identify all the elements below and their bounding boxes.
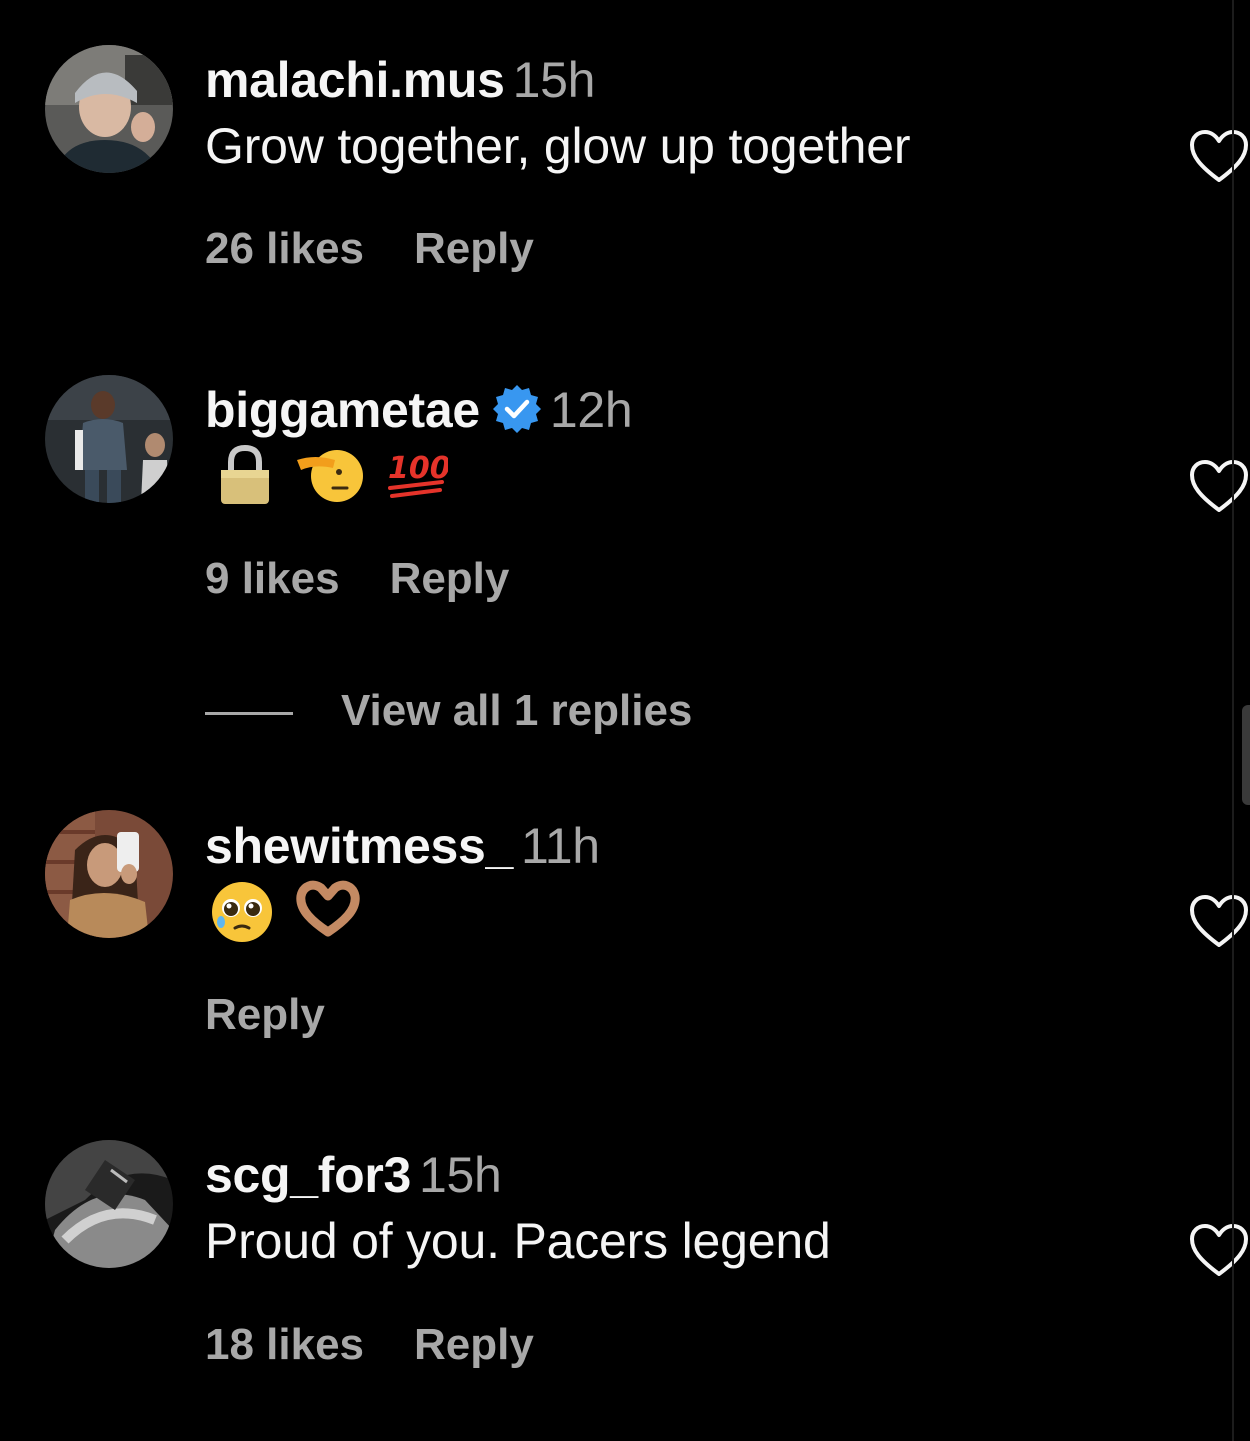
reply-button[interactable]: Reply <box>414 1320 534 1369</box>
comment-time: 15h <box>512 52 596 108</box>
reply-button[interactable]: Reply <box>205 990 325 1039</box>
comment-likes[interactable]: 26 likes <box>205 224 364 273</box>
comment-text: Proud of you. Pacers legend <box>205 1213 831 1269</box>
lock-icon <box>221 444 269 504</box>
comment-username[interactable]: shewitmess_ <box>205 818 513 874</box>
comment-username[interactable]: biggametae <box>205 382 480 438</box>
scrollbar-thumb[interactable] <box>1242 705 1250 805</box>
heart-hands-icon <box>296 880 360 937</box>
comment-time: 12h <box>549 382 633 438</box>
comment-time: 11h <box>520 818 600 874</box>
comment-likes[interactable]: 18 likes <box>205 1320 364 1369</box>
view-replies-button[interactable]: View all 1 replies <box>205 684 692 738</box>
comments-list: malachi.mus 15h Grow together, glow up to… <box>0 0 1250 1441</box>
like-heart-icon[interactable] <box>1188 1222 1250 1278</box>
comment-username[interactable]: scg_for3 <box>205 1147 411 1203</box>
replies-divider <box>205 711 293 715</box>
reply-button[interactable]: Reply <box>414 224 534 273</box>
avatar[interactable] <box>45 375 173 503</box>
verified-badge-icon <box>492 383 542 433</box>
like-heart-icon[interactable] <box>1188 893 1250 949</box>
panel-divider <box>1232 0 1234 1441</box>
avatar[interactable] <box>45 1140 173 1268</box>
comment-time: 15h <box>419 1147 502 1203</box>
view-replies-label: View all 1 replies <box>341 686 693 735</box>
comment-emojis: 100 <box>205 442 632 512</box>
pleading-face-icon <box>212 882 272 942</box>
comment-likes[interactable]: 9 likes <box>205 554 340 603</box>
comment-emojis <box>205 878 600 948</box>
like-heart-icon[interactable] <box>1188 128 1250 184</box>
avatar[interactable] <box>45 45 173 173</box>
reply-button[interactable]: Reply <box>390 554 510 603</box>
comment-username[interactable]: malachi.mus <box>205 52 505 108</box>
like-heart-icon[interactable] <box>1188 458 1250 514</box>
comment-text: Grow together, glow up together <box>205 118 911 174</box>
avatar[interactable] <box>45 810 173 938</box>
hundred-points-icon: 100 <box>387 451 448 498</box>
saluting-face-icon <box>297 450 364 502</box>
